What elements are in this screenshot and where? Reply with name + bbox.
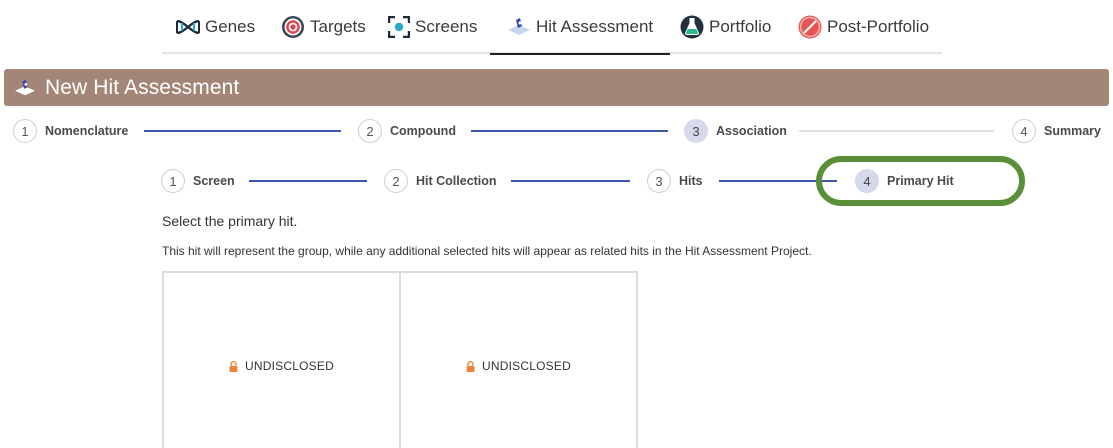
step-connector bbox=[719, 180, 837, 182]
hit-card-label: UNDISCLOSED bbox=[245, 359, 334, 373]
step-number: 4 bbox=[855, 169, 879, 193]
nav-portfolio[interactable]: Portfolio bbox=[680, 0, 771, 54]
nav-screens[interactable]: Screens bbox=[388, 0, 477, 54]
nav-portfolio-label: Portfolio bbox=[709, 17, 772, 36]
nav-genes-label: Genes bbox=[205, 17, 256, 36]
top-navigation: Genes Targets Screens Hit Assessment Por… bbox=[162, 0, 942, 55]
hit-assessment-icon bbox=[507, 17, 531, 37]
nav-hit-assessment-label: Hit Assessment bbox=[536, 16, 654, 36]
substep-hit-collection[interactable]: 2 Hit Collection bbox=[384, 169, 497, 193]
step-label: Hits bbox=[679, 174, 703, 188]
step-label: Compound bbox=[390, 124, 456, 138]
description-text: This hit will represent the group, while… bbox=[162, 244, 812, 258]
nav-screens-label: Screens bbox=[415, 17, 478, 36]
step-connector bbox=[144, 130, 341, 132]
hit-card[interactable]: UNDISCLOSED bbox=[399, 271, 638, 448]
substep-screen[interactable]: 1 Screen bbox=[161, 169, 235, 193]
step-number: 3 bbox=[684, 119, 708, 143]
step-summary[interactable]: 4 Summary bbox=[1012, 119, 1101, 143]
step-compound[interactable]: 2 Compound bbox=[358, 119, 456, 143]
step-nomenclature[interactable]: 1 Nomenclature bbox=[13, 119, 128, 143]
step-label: Association bbox=[716, 124, 787, 138]
hit-card-label-wrap: UNDISCLOSED bbox=[229, 359, 334, 373]
nav-targets[interactable]: Targets bbox=[281, 0, 366, 54]
substep-primary-hit[interactable]: 4 Primary Hit bbox=[855, 169, 954, 193]
hit-card-label: UNDISCLOSED bbox=[482, 359, 571, 373]
step-number: 1 bbox=[161, 169, 185, 193]
nav-post-portfolio[interactable]: Post-Portfolio bbox=[798, 0, 929, 54]
step-label: Nomenclature bbox=[45, 124, 129, 138]
step-label: Primary Hit bbox=[887, 174, 954, 188]
nav-genes[interactable]: Genes bbox=[176, 0, 255, 54]
step-connector bbox=[511, 180, 630, 182]
hit-card[interactable]: UNDISCLOSED bbox=[162, 271, 401, 448]
step-number: 1 bbox=[13, 119, 37, 143]
substep-hits[interactable]: 3 Hits bbox=[647, 169, 703, 193]
step-label: Summary bbox=[1044, 124, 1101, 138]
step-number: 2 bbox=[384, 169, 408, 193]
screen-scan-icon bbox=[388, 16, 410, 38]
lock-icon bbox=[466, 360, 475, 372]
step-number: 2 bbox=[358, 119, 382, 143]
nav-targets-label: Targets bbox=[310, 17, 366, 36]
page-title: New Hit Assessment bbox=[45, 75, 240, 99]
nav-post-portfolio-label: Post-Portfolio bbox=[827, 17, 930, 36]
step-connector bbox=[249, 180, 367, 182]
pill-icon bbox=[798, 15, 822, 39]
step-label: Hit Collection bbox=[416, 174, 497, 188]
step-number: 3 bbox=[647, 169, 671, 193]
target-icon bbox=[281, 15, 305, 39]
step-connector bbox=[471, 130, 668, 132]
instruction-text: Select the primary hit. bbox=[162, 213, 298, 229]
flask-icon bbox=[680, 15, 704, 39]
nav-hit-assessment[interactable]: Hit Assessment bbox=[490, 0, 671, 55]
step-connector bbox=[799, 130, 994, 132]
hit-card-list: UNDISCLOSED UNDISCLOSED bbox=[162, 271, 638, 448]
hit-assessment-icon bbox=[14, 79, 36, 97]
hit-card-label-wrap: UNDISCLOSED bbox=[466, 359, 571, 373]
page-header: New Hit Assessment bbox=[4, 69, 1109, 106]
step-number: 4 bbox=[1012, 119, 1036, 143]
lock-icon bbox=[229, 360, 238, 372]
step-association[interactable]: 3 Association bbox=[684, 119, 787, 143]
step-label: Screen bbox=[193, 174, 235, 188]
dna-icon bbox=[176, 20, 200, 34]
